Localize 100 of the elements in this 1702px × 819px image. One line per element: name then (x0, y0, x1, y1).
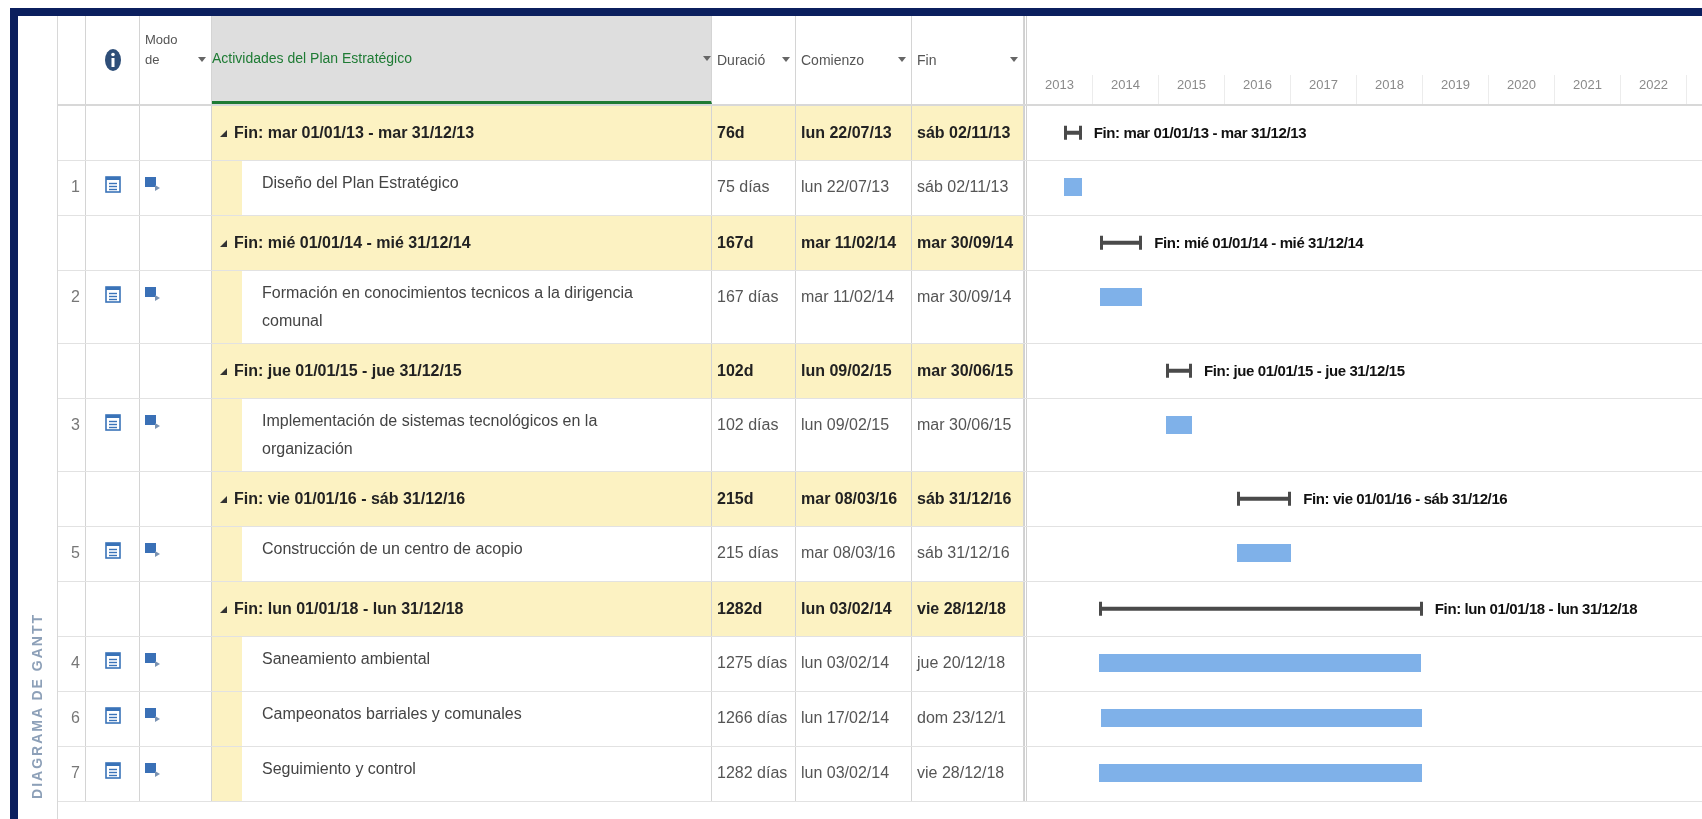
timescale-year: 2016 (1225, 74, 1291, 104)
task-name: Construcción de un centro de acopio (261, 539, 524, 559)
start-date: mar 11/02/14 (801, 287, 895, 307)
finish-date: sáb 31/12/16 (917, 543, 1010, 563)
summary-bar (1237, 491, 1292, 507)
summary-bar-label: Fin: lun 01/01/18 - lun 31/12/18 (1434, 598, 1638, 619)
timescale-year: 2014 (1093, 74, 1159, 104)
summary-bar-label: Fin: vie 01/01/16 - sáb 31/12/16 (1303, 488, 1508, 509)
timescale-year: 2015 (1159, 74, 1225, 104)
auto-schedule-icon (145, 763, 161, 778)
timescale-year: 2013 (1027, 74, 1093, 104)
dropdown-icon[interactable] (782, 57, 790, 63)
column-header[interactable]: Duració (712, 16, 796, 104)
timescale-year: 2018 (1357, 74, 1423, 104)
summary-name: Fin: jue 01/01/15 - jue 31/12/15 (234, 361, 462, 381)
summary-bar-label: Fin: jue 01/01/15 - jue 31/12/15 (1203, 360, 1405, 381)
row-number: 7 (71, 763, 80, 783)
start-date: mar 08/03/16 (801, 543, 896, 563)
auto-schedule-icon (145, 177, 161, 192)
view-label: DIAGRAMA DE GANTT (28, 613, 46, 799)
task-sheet-icon (104, 176, 121, 193)
task-sheet-icon (104, 652, 121, 669)
outline-indent (212, 692, 242, 746)
timescale-year: 2020 (1489, 74, 1555, 104)
row-number: 3 (71, 415, 80, 435)
collapse-arrow-icon[interactable] (220, 604, 228, 614)
task-duration: 215d (717, 489, 754, 509)
collapse-arrow-icon[interactable] (220, 366, 228, 376)
task-sheet-icon (104, 414, 121, 431)
task-bar (1237, 544, 1291, 562)
task-name: Saneamiento ambiental (261, 649, 432, 669)
summary-name: Fin: lun 01/01/18 - lun 31/12/18 (234, 599, 464, 619)
task-sheet-icon (104, 762, 121, 779)
start-date: lun 22/07/13 (801, 123, 892, 143)
finish-date: mar 30/09/14 (917, 233, 1014, 253)
auto-schedule-icon (145, 415, 161, 430)
start-date: lun 22/07/13 (801, 177, 890, 197)
finish-date: mar 30/09/14 (917, 287, 1012, 307)
task-duration: 167d (717, 233, 754, 253)
summary-bar-label: Fin: mar 01/01/13 - mar 31/12/13 (1093, 122, 1307, 143)
task-name: Diseño del Plan Estratégico (261, 173, 460, 193)
task-duration: 1282d (717, 599, 763, 619)
start-date: mar 08/03/16 (801, 489, 898, 509)
task-bar (1165, 416, 1192, 434)
summary-name: Fin: mié 01/01/14 - mié 31/12/14 (234, 233, 471, 253)
start-date: lun 09/02/15 (801, 415, 890, 435)
summary-name: Fin: vie 01/01/16 - sáb 31/12/16 (234, 489, 466, 509)
info-icon (103, 48, 122, 72)
column-header[interactable]: Comienzo (796, 16, 912, 104)
auto-schedule-icon (145, 287, 161, 302)
collapse-arrow-icon[interactable] (220, 238, 228, 248)
row-number: 5 (71, 543, 80, 563)
timescale-year: 2022 (1621, 74, 1687, 104)
task-duration: 102d (717, 361, 754, 381)
dropdown-icon[interactable] (898, 57, 906, 63)
summary-bar (1165, 363, 1192, 379)
task-name: Campeonatos barriales y comunales (261, 704, 523, 724)
collapse-arrow-icon[interactable] (220, 128, 228, 138)
finish-date: vie 28/12/18 (917, 599, 1006, 619)
auto-schedule-icon (145, 653, 161, 668)
task-name: Formación en conocimientos tecnicos a la dirigencia comunal (261, 283, 634, 331)
finish-date: mar 30/06/15 (917, 361, 1014, 381)
task-duration: 215 días (717, 543, 779, 563)
outline-indent (212, 747, 242, 801)
row-number: 1 (71, 177, 80, 197)
row-number: 4 (71, 653, 80, 673)
finish-date: vie 28/12/18 (917, 763, 1005, 783)
summary-bar-label: Fin: mié 01/01/14 - mié 31/12/14 (1154, 232, 1364, 253)
task-bar (1063, 178, 1083, 196)
task-duration: 1282 días (717, 763, 788, 783)
summary-bar (1063, 125, 1082, 141)
start-date: lun 03/02/14 (801, 763, 890, 783)
finish-date: sáb 02/11/13 (917, 123, 1011, 143)
finish-date: sáb 31/12/16 (917, 489, 1012, 509)
start-date: lun 03/02/14 (801, 653, 890, 673)
column-header[interactable]: Fin (912, 16, 1024, 104)
finish-date: dom 23/12/1 (917, 708, 1006, 728)
finish-date: sáb 02/11/13 (917, 177, 1009, 197)
task-sheet-icon (104, 286, 121, 303)
finish-date: mar 30/06/15 (917, 415, 1012, 435)
collapse-arrow-icon[interactable] (220, 494, 228, 504)
task-name: Seguimiento y control (261, 759, 417, 779)
timescale-year: 2021 (1555, 74, 1621, 104)
task-name: Implementación de sistemas tecnológicos en la organización (261, 411, 599, 459)
dropdown-icon[interactable] (198, 57, 206, 63)
dropdown-icon[interactable] (1010, 57, 1018, 63)
auto-schedule-icon (145, 543, 161, 558)
column-header[interactable]: Actividades del Plan Estratégico (212, 16, 712, 104)
start-date: lun 09/02/15 (801, 361, 892, 381)
task-duration: 76d (717, 123, 745, 143)
finish-date: jue 20/12/18 (917, 653, 1006, 673)
dropdown-icon[interactable] (703, 55, 711, 62)
start-date: mar 11/02/14 (801, 233, 897, 253)
task-bar (1100, 288, 1143, 306)
auto-schedule-icon (145, 708, 161, 723)
task-duration: 102 días (717, 415, 779, 435)
task-duration: 1266 días (717, 708, 788, 728)
start-date: lun 03/02/14 (801, 599, 892, 619)
row-number: 6 (71, 708, 80, 728)
summary-bar (1100, 235, 1143, 251)
